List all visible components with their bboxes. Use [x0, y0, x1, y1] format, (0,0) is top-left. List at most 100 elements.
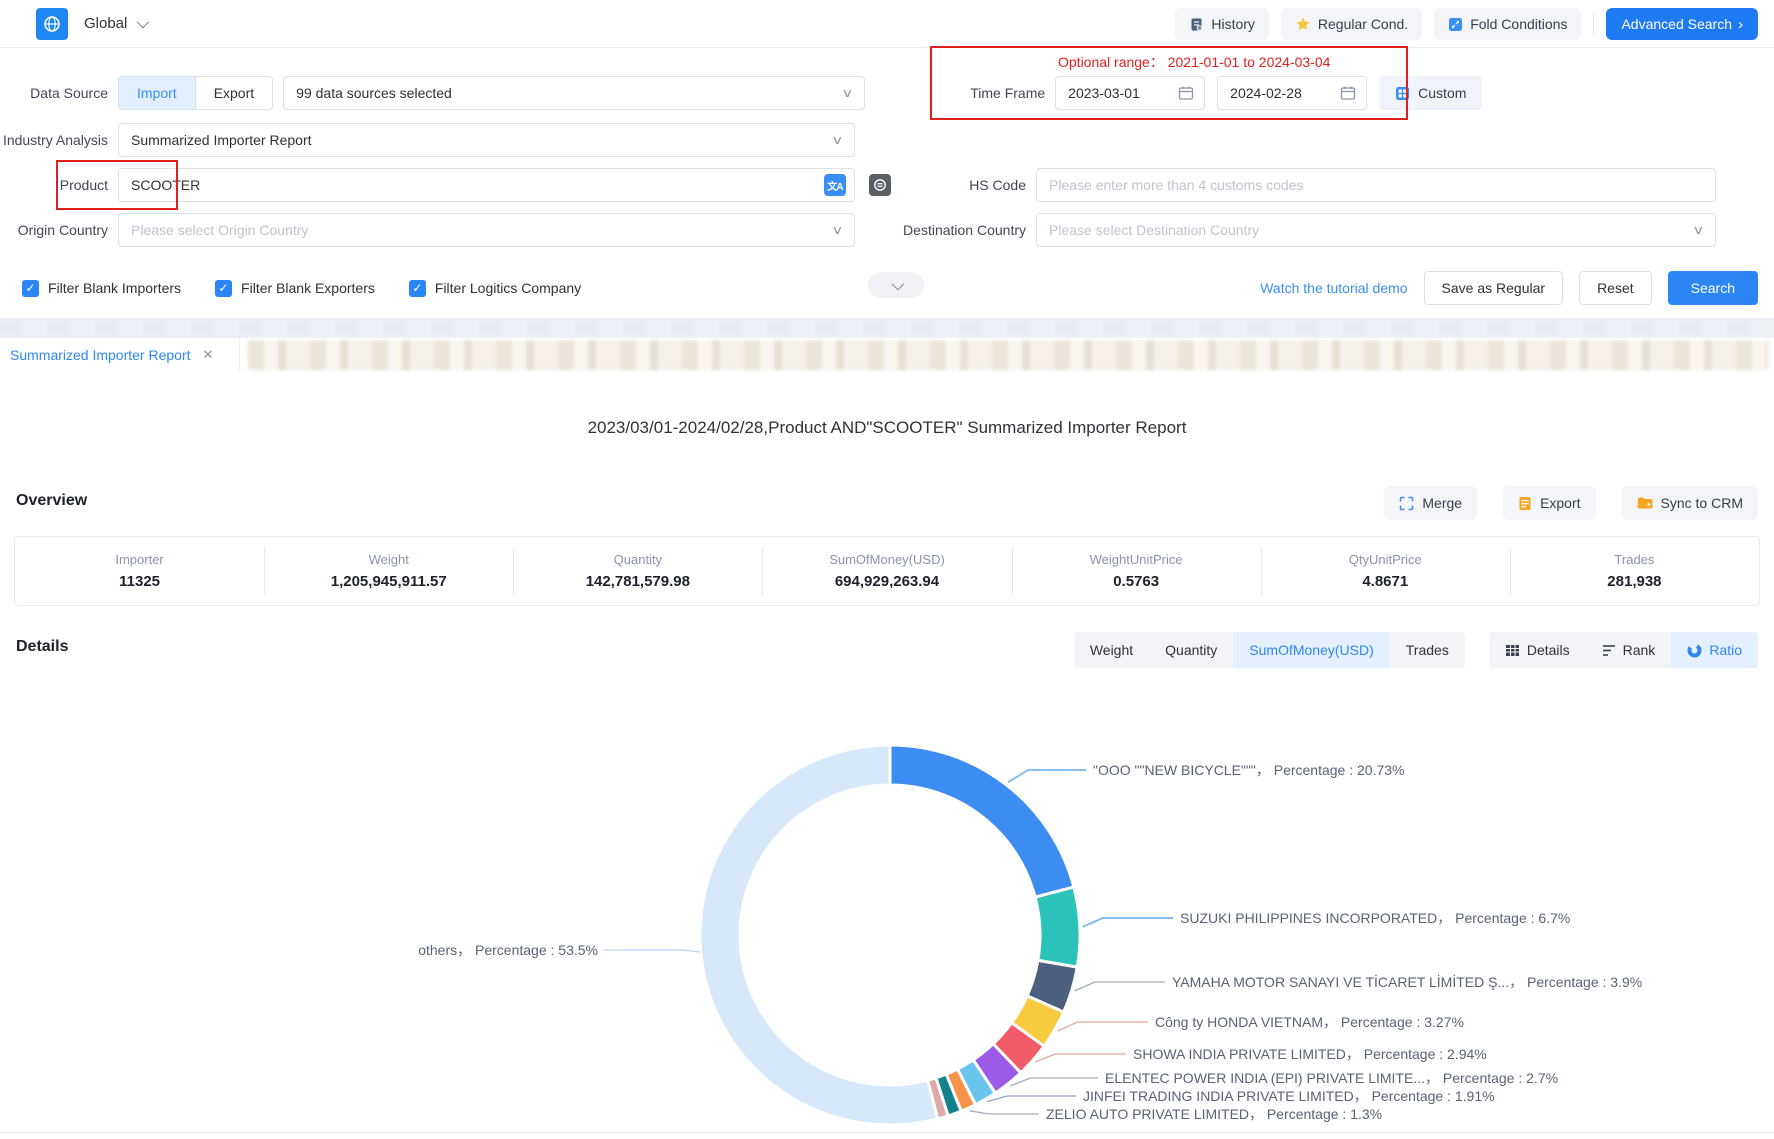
- region-logo[interactable]: [36, 8, 68, 40]
- close-icon[interactable]: ✕: [203, 347, 214, 363]
- tutorial-link[interactable]: Watch the tutorial demo: [1260, 280, 1407, 296]
- form-row-country: Origin Country Please select Origin Coun…: [0, 213, 1774, 247]
- slice-label: ELENTEC POWER INDIA (EPI) PRIVATE LIMITE…: [1105, 1068, 1558, 1088]
- slice-label: YAMAHA MOTOR SANAYI VE TİCARET LİMİTED Ş…: [1172, 972, 1642, 992]
- stat-weight-unit-price: WeightUnitPrice 0.5763: [1012, 537, 1261, 605]
- donut-svg: [0, 640, 1774, 1139]
- origin-country-label: Origin Country: [0, 222, 108, 238]
- product-input[interactable]: SCOOTER 文A: [118, 168, 855, 202]
- reset-button[interactable]: Reset: [1579, 271, 1652, 305]
- report-tab-bar: Summarized Importer Report ✕: [0, 338, 1774, 372]
- hs-code-input[interactable]: Please enter more than 4 customs codes: [1036, 168, 1716, 202]
- chevron-down-icon: ∨: [1692, 223, 1704, 237]
- blurred-content: [0, 321, 1774, 335]
- stat-qty-unit-price: QtyUnitPrice 4.8671: [1261, 537, 1510, 605]
- toolbar-divider: [1593, 13, 1594, 35]
- report-title: 2023/03/01-2024/02/28,Product AND"SCOOTE…: [0, 418, 1774, 438]
- overview-actions: Merge Export Sync to CRM: [1384, 486, 1758, 520]
- label-leader-line: [1057, 1022, 1148, 1031]
- advanced-search-button[interactable]: Advanced Search ›: [1606, 8, 1758, 40]
- hs-code-label: HS Code: [891, 177, 1026, 193]
- filter-blank-importers-checkbox[interactable]: ✓ Filter Blank Importers: [22, 280, 181, 297]
- filter-blank-exporters-checkbox[interactable]: ✓ Filter Blank Exporters: [215, 280, 375, 297]
- calendar-icon: [1340, 85, 1356, 101]
- check-icon: ✓: [215, 280, 232, 297]
- label-leader-line: [1075, 982, 1165, 991]
- origin-country-select[interactable]: Please select Origin Country ∨: [118, 213, 855, 247]
- search-button[interactable]: Search: [1668, 271, 1758, 305]
- overview-heading: Overview: [16, 492, 87, 510]
- bottom-section-divider: [0, 1132, 1774, 1133]
- tab-summarized-importer-report[interactable]: Summarized Importer Report ✕: [0, 338, 240, 372]
- destination-country-label: Destination Country: [855, 222, 1026, 238]
- calendar-icon: [1178, 85, 1194, 101]
- date-to-input[interactable]: 2024-02-28: [1217, 76, 1367, 110]
- product-label: Product: [0, 177, 108, 193]
- custom-range-button[interactable]: Custom: [1379, 76, 1482, 110]
- donut-slice[interactable]: [1035, 887, 1080, 967]
- app-page: Global History Regular Cond.: [0, 0, 1774, 1139]
- date-from-input[interactable]: 2023-03-01: [1055, 76, 1205, 110]
- custom-icon: [1395, 86, 1410, 101]
- crm-folder-icon: [1637, 496, 1653, 510]
- check-icon: ✓: [409, 280, 426, 297]
- top-bar-actions: History Regular Cond. Fold Conditions: [1175, 8, 1758, 40]
- merge-icon: [1399, 496, 1414, 511]
- chevron-down-icon: ∨: [842, 86, 854, 100]
- region-selector-label[interactable]: Global: [84, 15, 127, 32]
- export-tab[interactable]: Export: [195, 77, 272, 109]
- slice-label: ZELIO AUTO PRIVATE LIMITED， Percentage :…: [1046, 1104, 1382, 1124]
- industry-analysis-select[interactable]: Summarized Importer Report ∨: [118, 123, 855, 157]
- fold-conditions-button[interactable]: Fold Conditions: [1434, 8, 1581, 40]
- globe-icon: [43, 15, 61, 33]
- import-tab[interactable]: Import: [119, 77, 195, 109]
- donut-slice[interactable]: [890, 745, 1074, 897]
- chevron-down-icon[interactable]: [137, 16, 150, 29]
- save-as-regular-button[interactable]: Save as Regular: [1424, 271, 1564, 305]
- importer-ratio-donut-chart: "OOO ""NEW BICYCLE"""， Percentage : 20.7…: [0, 640, 1774, 1139]
- check-icon: ✓: [22, 280, 39, 297]
- collapse-form-button[interactable]: [868, 272, 924, 298]
- filter-checkbox-row: ✓ Filter Blank Importers ✓ Filter Blank …: [22, 270, 581, 306]
- fold-icon: [1448, 17, 1463, 32]
- data-sources-select[interactable]: 99 data sources selected ∨: [283, 76, 865, 110]
- merge-button[interactable]: Merge: [1384, 486, 1477, 520]
- fuzzy-match-icon[interactable]: [869, 174, 891, 196]
- label-leader-line: [604, 950, 700, 952]
- sync-to-crm-button[interactable]: Sync to CRM: [1622, 486, 1758, 520]
- label-leader-line: [1008, 770, 1086, 782]
- industry-analysis-label: Industry Analysis: [0, 132, 108, 148]
- form-row-datasource: Data Source Import Export 99 data source…: [0, 76, 1774, 110]
- top-bar: Global History Regular Cond.: [0, 0, 1774, 48]
- time-frame-label: Time Frame: [865, 85, 1045, 101]
- slice-label: JINFEI TRADING INDIA PRIVATE LIMITED， Pe…: [1083, 1086, 1495, 1106]
- slice-label: Công ty HONDA VIETNAM， Percentage : 3.27…: [1155, 1012, 1464, 1032]
- slice-label: others， Percentage : 53.5%: [418, 940, 598, 960]
- chevron-right-icon: ›: [1738, 17, 1743, 32]
- label-leader-line: [970, 1111, 1039, 1114]
- slice-label: "OOO ""NEW BICYCLE"""， Percentage : 20.7…: [1093, 760, 1405, 780]
- slice-label: SHOWA INDIA PRIVATE LIMITED， Percentage …: [1133, 1044, 1487, 1064]
- overview-stats-card: Importer 11325 Weight 1,205,945,911.57 Q…: [14, 536, 1760, 606]
- label-leader-line: [1035, 1054, 1126, 1062]
- form-actions: Watch the tutorial demo Save as Regular …: [1260, 270, 1758, 306]
- chevron-down-icon: ∨: [831, 133, 843, 147]
- export-file-icon: [1518, 496, 1532, 511]
- stat-importer: Importer 11325: [15, 537, 264, 605]
- optional-range-note: Optional range： 2021-01-01 to 2024-03-04: [1058, 52, 1330, 72]
- regular-cond-button[interactable]: Regular Cond.: [1281, 8, 1422, 40]
- slice-label: SUZUKI PHILIPPINES INCORPORATED， Percent…: [1180, 908, 1570, 928]
- chevron-down-icon: [891, 277, 904, 290]
- label-leader-line: [1010, 1078, 1098, 1086]
- label-leader-line: [987, 1096, 1076, 1102]
- label-leader-line: [1083, 918, 1173, 927]
- history-icon: [1189, 17, 1204, 32]
- destination-country-select[interactable]: Please select Destination Country ∨: [1036, 213, 1716, 247]
- history-button[interactable]: History: [1175, 8, 1269, 40]
- filter-logistics-company-checkbox[interactable]: ✓ Filter Logitics Company: [409, 280, 581, 297]
- export-button[interactable]: Export: [1503, 486, 1595, 520]
- blurred-tabs: [248, 340, 1768, 370]
- donut-slice[interactable]: [700, 745, 938, 1125]
- translate-icon[interactable]: 文A: [824, 174, 846, 196]
- form-row-product: Product SCOOTER 文A HS Code Please enter …: [0, 168, 1774, 202]
